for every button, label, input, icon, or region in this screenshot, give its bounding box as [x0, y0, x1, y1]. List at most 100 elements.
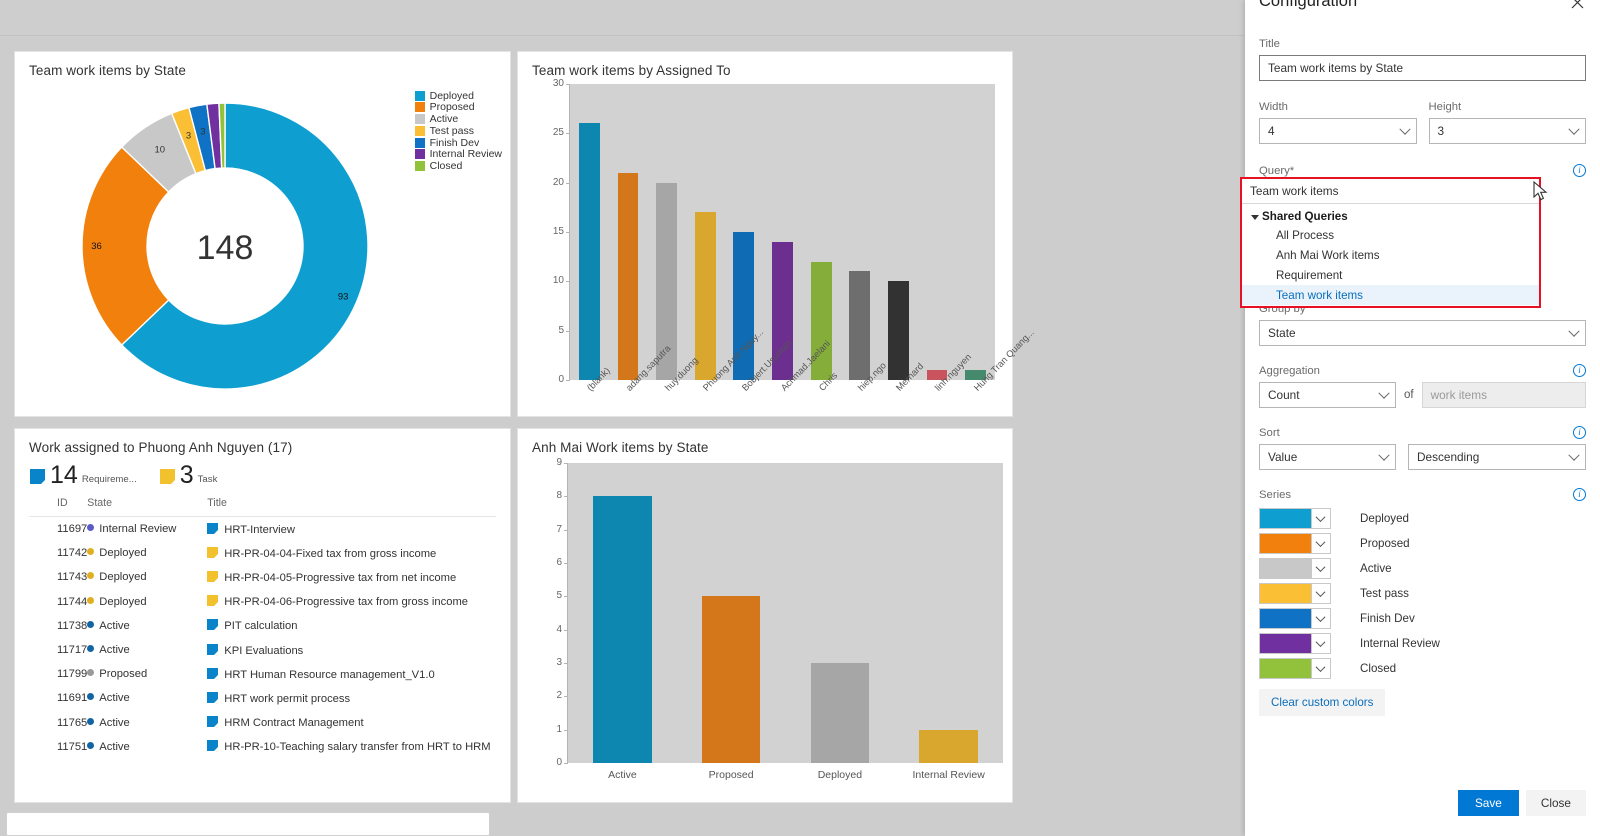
height-select[interactable]: 3 — [1428, 118, 1586, 144]
close-icon[interactable] — [1566, 0, 1588, 16]
clear-custom-colors-button[interactable]: Clear custom colors — [1259, 689, 1386, 716]
bar[interactable] — [578, 123, 600, 380]
legend-item[interactable]: Finish Dev — [414, 137, 502, 149]
chevron-down-icon — [1568, 325, 1580, 337]
widget-team-work-items-by-assigned-to[interactable]: Team work items by Assigned To 0 5 10 15 20 2… — [517, 51, 1036, 417]
counter-caption: Requireme... — [81, 474, 137, 485]
cell-state: Active — [87, 638, 207, 662]
bar[interactable] — [849, 271, 871, 380]
series-label-text: Proposed — [1360, 537, 1410, 550]
table-row[interactable]: 11765 Active HRM Contract Management — [29, 711, 496, 735]
query-combo-open[interactable]: Team work items Shared Queries All Proce… — [1240, 177, 1541, 309]
bar[interactable] — [810, 663, 870, 763]
bar[interactable] — [919, 729, 978, 763]
requirement-icon — [207, 691, 219, 703]
sort-field-select[interactable]: Value — [1259, 444, 1396, 470]
cell-id: 11742 — [57, 547, 88, 560]
table-row[interactable]: 11744 Deployed HR-PR-04-06-Progressive t… — [29, 590, 496, 614]
series-color-picker[interactable] — [1259, 558, 1331, 579]
requirement-icon — [29, 468, 46, 485]
info-icon[interactable]: i — [1573, 164, 1586, 177]
table-row[interactable]: 11751 Active HR-PR-10-Teaching salary tr… — [29, 735, 496, 759]
cell-title[interactable]: PIT calculation — [207, 614, 496, 638]
widget-anh-mai-work-items-by-state[interactable]: Anh Mai Work items by State 0 1 2 3 4 5 6 7 8 9 Ac… — [517, 428, 1013, 803]
y-axis-tick — [564, 763, 568, 764]
width-select[interactable]: 4 — [1259, 118, 1417, 144]
cell-title[interactable]: HR-PR-10-Teaching salary transfer from H… — [207, 735, 496, 759]
widget-team-work-items-by-state[interactable]: Team work items by State 93 36 10 3 3 148 Dep… — [14, 51, 511, 417]
series-color-dropdown-button[interactable] — [1311, 584, 1330, 603]
title-text: HRT Human Resource management_V1.0 — [224, 668, 435, 681]
cell-title[interactable]: HR-PR-04-04-Fixed tax from gross income — [207, 541, 496, 565]
cell-title[interactable]: HRT Human Resource management_V1.0 — [207, 662, 496, 686]
widget-title: Team work items by State — [29, 63, 186, 78]
query-option[interactable]: Requirement — [1242, 266, 1539, 286]
close-button[interactable]: Close — [1525, 790, 1586, 816]
series-color-picker[interactable] — [1259, 633, 1331, 654]
y-axis-tick-label: 15 — [552, 226, 564, 237]
table-row[interactable]: 11799 Proposed HRT Human Resource manage… — [29, 662, 496, 686]
cell-state: Active — [87, 614, 207, 638]
series-color-picker[interactable] — [1259, 658, 1331, 679]
state-text: Active — [99, 740, 130, 753]
widget-work-assigned-to-phuong-anh-nguyen[interactable]: Work assigned to Phuong Anh Nguyen (17) … — [14, 428, 511, 803]
counter-caption: Task — [197, 474, 218, 485]
title-text: HR-PR-04-06-Progressive tax from gross i… — [224, 596, 468, 609]
legend-item[interactable]: Closed — [414, 160, 502, 172]
info-icon[interactable]: i — [1573, 488, 1586, 501]
save-button[interactable]: Save — [1457, 790, 1519, 816]
donut-chart[interactable]: 93 36 10 3 3 148 — [45, 86, 405, 406]
bar[interactable] — [694, 212, 716, 380]
table-row[interactable]: 11742 Deployed HR-PR-04-04-Fixed tax fro… — [29, 541, 496, 565]
query-option[interactable]: Anh Mai Work items — [1242, 246, 1539, 266]
bar[interactable] — [887, 281, 909, 380]
legend-item[interactable]: Internal Review — [414, 148, 502, 160]
legend-item[interactable]: Test pass — [414, 125, 502, 137]
table-row[interactable]: 11738 Active PIT calculation — [29, 614, 496, 638]
cell-title[interactable]: HRM Contract Management — [207, 711, 496, 735]
legend-item[interactable]: Deployed — [414, 90, 502, 102]
series-row: Internal Review — [1259, 633, 1586, 654]
legend-item[interactable]: Proposed — [414, 101, 502, 113]
table-row[interactable]: 11743 Deployed HR-PR-04-05-Progressive t… — [29, 565, 496, 589]
series-color-dropdown-button[interactable] — [1311, 634, 1330, 653]
query-group-shared-queries[interactable]: Shared Queries — [1242, 207, 1539, 226]
query-dropdown-list[interactable]: Shared Queries All Process Anh Mai Work i… — [1242, 204, 1539, 307]
cell-title[interactable]: HR-PR-04-05-Progressive tax from net inc… — [207, 565, 496, 589]
cell-title[interactable]: KPI Evaluations — [207, 638, 496, 662]
bar[interactable] — [701, 596, 761, 763]
query-option[interactable]: Team work items — [1242, 285, 1539, 306]
query-option[interactable]: All Process — [1242, 226, 1539, 246]
series-color-dropdown-button[interactable] — [1311, 534, 1330, 553]
cell-state: Active — [87, 735, 207, 759]
series-color-dropdown-button[interactable] — [1311, 659, 1330, 678]
sort-direction-select[interactable]: Descending — [1408, 444, 1586, 470]
chevron-down-icon — [1315, 586, 1326, 597]
series-color-picker[interactable] — [1259, 583, 1331, 604]
series-color-picker[interactable] — [1259, 608, 1331, 629]
info-icon[interactable]: i — [1573, 364, 1586, 377]
table-row[interactable]: 11691 Active HRT work permit process — [29, 686, 496, 710]
aggregation-select[interactable]: Count — [1259, 382, 1396, 408]
bar[interactable] — [617, 172, 639, 380]
series-color-picker[interactable] — [1259, 508, 1331, 529]
legend-item[interactable]: Active — [414, 113, 502, 125]
series-color-dropdown-button[interactable] — [1311, 509, 1330, 528]
cell-title[interactable]: HR-PR-04-06-Progressive tax from gross i… — [207, 590, 496, 614]
width-label: Width — [1259, 101, 1288, 113]
donut-slice-label: 3 — [200, 127, 205, 138]
cell-title[interactable]: HRT-Interview — [207, 517, 496, 542]
query-input[interactable]: Team work items — [1242, 179, 1539, 204]
cell-title[interactable]: HRT work permit process — [207, 686, 496, 710]
table-row[interactable]: 11697 Internal Review HRT-Interview — [29, 517, 496, 542]
title-input[interactable] — [1259, 55, 1586, 81]
series-color-dropdown-button[interactable] — [1311, 609, 1330, 628]
info-icon[interactable]: i — [1573, 426, 1586, 439]
series-color-dropdown-button[interactable] — [1311, 559, 1330, 578]
groupby-select[interactable]: State — [1259, 320, 1586, 346]
cell-id: 11743 — [57, 571, 88, 584]
series-color-picker[interactable] — [1259, 533, 1331, 554]
chevron-down-icon — [1315, 511, 1326, 522]
bar[interactable] — [593, 496, 652, 763]
table-row[interactable]: 11717 Active KPI Evaluations — [29, 638, 496, 662]
